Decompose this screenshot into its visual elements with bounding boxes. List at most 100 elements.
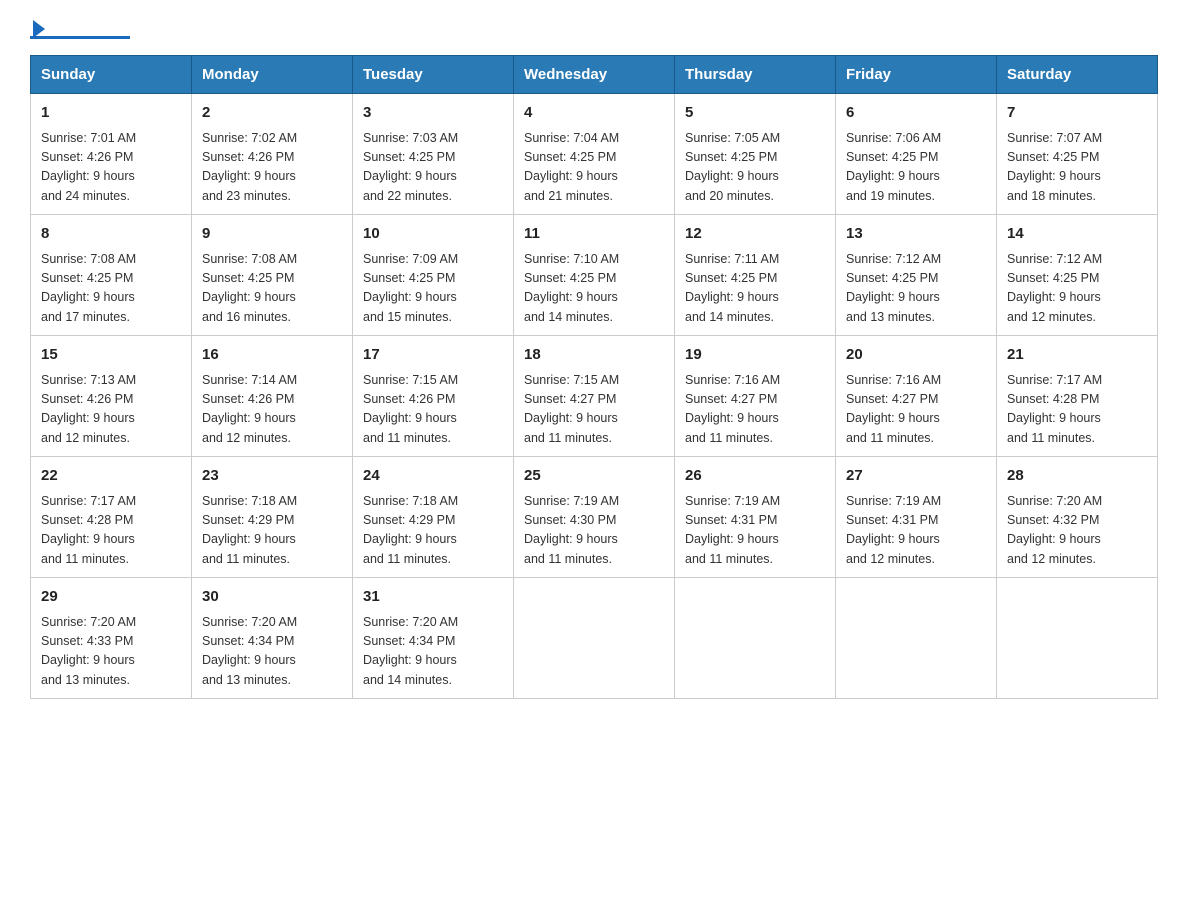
calendar-week-2: 8 Sunrise: 7:08 AMSunset: 4:25 PMDaylight… <box>31 215 1158 336</box>
day-info: Sunrise: 7:20 AMSunset: 4:33 PMDaylight:… <box>41 613 181 691</box>
calendar-header: SundayMondayTuesdayWednesdayThursdayFrid… <box>31 56 1158 94</box>
day-number: 4 <box>524 102 664 125</box>
logo <box>30 20 130 39</box>
day-number: 14 <box>1007 223 1147 246</box>
day-number: 22 <box>41 465 181 488</box>
calendar-cell: 21 Sunrise: 7:17 AMSunset: 4:28 PMDayligh… <box>997 336 1158 457</box>
calendar-week-3: 15 Sunrise: 7:13 AMSunset: 4:26 PMDayligh… <box>31 336 1158 457</box>
day-number: 30 <box>202 586 342 609</box>
calendar-cell <box>997 578 1158 699</box>
weekday-friday: Friday <box>836 56 997 94</box>
day-info: Sunrise: 7:17 AMSunset: 4:28 PMDaylight:… <box>1007 371 1147 449</box>
day-number: 13 <box>846 223 986 246</box>
calendar-cell: 16Sunrise: 7:14 AMSunset: 4:26 PMDayligh… <box>192 336 353 457</box>
calendar-cell: 27 Sunrise: 7:19 AMSunset: 4:31 PMDayligh… <box>836 457 997 578</box>
day-number: 28 <box>1007 465 1147 488</box>
calendar-cell: 12 Sunrise: 7:11 AMSunset: 4:25 PMDayligh… <box>675 215 836 336</box>
day-number: 10 <box>363 223 503 246</box>
day-number: 8 <box>41 223 181 246</box>
day-info: Sunrise: 7:05 AMSunset: 4:25 PMDaylight:… <box>685 129 825 207</box>
day-info: Sunrise: 7:08 AMSunset: 4:25 PMDaylight:… <box>202 250 342 328</box>
day-number: 21 <box>1007 344 1147 367</box>
day-info: Sunrise: 7:09 AMSunset: 4:25 PMDaylight:… <box>363 250 503 328</box>
calendar-body: 1 Sunrise: 7:01 AMSunset: 4:26 PMDaylight… <box>31 94 1158 699</box>
calendar-cell: 28 Sunrise: 7:20 AMSunset: 4:32 PMDayligh… <box>997 457 1158 578</box>
weekday-thursday: Thursday <box>675 56 836 94</box>
calendar-cell: 5 Sunrise: 7:05 AMSunset: 4:25 PMDaylight… <box>675 94 836 215</box>
day-info: Sunrise: 7:01 AMSunset: 4:26 PMDaylight:… <box>41 129 181 207</box>
calendar-cell: 24Sunrise: 7:18 AMSunset: 4:29 PMDayligh… <box>353 457 514 578</box>
calendar-cell: 3 Sunrise: 7:03 AMSunset: 4:25 PMDaylight… <box>353 94 514 215</box>
day-info: Sunrise: 7:03 AMSunset: 4:25 PMDaylight:… <box>363 129 503 207</box>
day-info: Sunrise: 7:20 AMSunset: 4:34 PMDaylight:… <box>363 613 503 691</box>
day-number: 23 <box>202 465 342 488</box>
calendar-cell: 19 Sunrise: 7:16 AMSunset: 4:27 PMDayligh… <box>675 336 836 457</box>
day-info: Sunrise: 7:15 AMSunset: 4:27 PMDaylight:… <box>524 371 664 449</box>
day-info: Sunrise: 7:10 AMSunset: 4:25 PMDaylight:… <box>524 250 664 328</box>
day-number: 18 <box>524 344 664 367</box>
calendar-week-5: 29 Sunrise: 7:20 AMSunset: 4:33 PMDayligh… <box>31 578 1158 699</box>
calendar-cell: 6 Sunrise: 7:06 AMSunset: 4:25 PMDaylight… <box>836 94 997 215</box>
day-info: Sunrise: 7:19 AMSunset: 4:30 PMDaylight:… <box>524 492 664 570</box>
day-number: 29 <box>41 586 181 609</box>
day-number: 12 <box>685 223 825 246</box>
weekday-saturday: Saturday <box>997 56 1158 94</box>
calendar-cell: 13Sunrise: 7:12 AMSunset: 4:25 PMDayligh… <box>836 215 997 336</box>
day-number: 25 <box>524 465 664 488</box>
day-info: Sunrise: 7:19 AMSunset: 4:31 PMDaylight:… <box>846 492 986 570</box>
calendar-cell: 9 Sunrise: 7:08 AMSunset: 4:25 PMDaylight… <box>192 215 353 336</box>
calendar-cell: 25 Sunrise: 7:19 AMSunset: 4:30 PMDayligh… <box>514 457 675 578</box>
calendar-table: SundayMondayTuesdayWednesdayThursdayFrid… <box>30 55 1158 699</box>
day-info: Sunrise: 7:20 AMSunset: 4:32 PMDaylight:… <box>1007 492 1147 570</box>
day-number: 26 <box>685 465 825 488</box>
day-number: 17 <box>363 344 503 367</box>
calendar-cell: 2Sunrise: 7:02 AMSunset: 4:26 PMDaylight… <box>192 94 353 215</box>
calendar-cell <box>514 578 675 699</box>
calendar-week-4: 22 Sunrise: 7:17 AMSunset: 4:28 PMDayligh… <box>31 457 1158 578</box>
weekday-wednesday: Wednesday <box>514 56 675 94</box>
day-number: 5 <box>685 102 825 125</box>
day-number: 2 <box>202 102 342 125</box>
day-info: Sunrise: 7:15 AMSunset: 4:26 PMDaylight:… <box>363 371 503 449</box>
calendar-cell: 30Sunrise: 7:20 AMSunset: 4:34 PMDayligh… <box>192 578 353 699</box>
logo-underline <box>30 36 130 39</box>
day-info: Sunrise: 7:16 AMSunset: 4:27 PMDaylight:… <box>685 371 825 449</box>
day-number: 15 <box>41 344 181 367</box>
day-info: Sunrise: 7:17 AMSunset: 4:28 PMDaylight:… <box>41 492 181 570</box>
calendar-cell: 18 Sunrise: 7:15 AMSunset: 4:27 PMDayligh… <box>514 336 675 457</box>
day-info: Sunrise: 7:12 AMSunset: 4:25 PMDaylight:… <box>1007 250 1147 328</box>
calendar-cell: 22 Sunrise: 7:17 AMSunset: 4:28 PMDayligh… <box>31 457 192 578</box>
calendar-cell: 1 Sunrise: 7:01 AMSunset: 4:26 PMDaylight… <box>31 94 192 215</box>
day-number: 27 <box>846 465 986 488</box>
day-number: 31 <box>363 586 503 609</box>
day-number: 3 <box>363 102 503 125</box>
day-number: 9 <box>202 223 342 246</box>
weekday-header-row: SundayMondayTuesdayWednesdayThursdayFrid… <box>31 56 1158 94</box>
day-number: 6 <box>846 102 986 125</box>
day-number: 24 <box>363 465 503 488</box>
calendar-cell: 31 Sunrise: 7:20 AMSunset: 4:34 PMDayligh… <box>353 578 514 699</box>
day-info: Sunrise: 7:18 AMSunset: 4:29 PMDaylight:… <box>202 492 342 570</box>
calendar-cell: 15 Sunrise: 7:13 AMSunset: 4:26 PMDayligh… <box>31 336 192 457</box>
weekday-sunday: Sunday <box>31 56 192 94</box>
calendar-cell: 10 Sunrise: 7:09 AMSunset: 4:25 PMDayligh… <box>353 215 514 336</box>
calendar-cell <box>836 578 997 699</box>
calendar-cell: 11Sunrise: 7:10 AMSunset: 4:25 PMDayligh… <box>514 215 675 336</box>
calendar-cell: 29 Sunrise: 7:20 AMSunset: 4:33 PMDayligh… <box>31 578 192 699</box>
calendar-cell <box>675 578 836 699</box>
day-info: Sunrise: 7:13 AMSunset: 4:26 PMDaylight:… <box>41 371 181 449</box>
day-info: Sunrise: 7:11 AMSunset: 4:25 PMDaylight:… <box>685 250 825 328</box>
day-number: 16 <box>202 344 342 367</box>
weekday-tuesday: Tuesday <box>353 56 514 94</box>
day-info: Sunrise: 7:06 AMSunset: 4:25 PMDaylight:… <box>846 129 986 207</box>
day-info: Sunrise: 7:04 AMSunset: 4:25 PMDaylight:… <box>524 129 664 207</box>
calendar-cell: 20 Sunrise: 7:16 AMSunset: 4:27 PMDayligh… <box>836 336 997 457</box>
calendar-cell: 4 Sunrise: 7:04 AMSunset: 4:25 PMDaylight… <box>514 94 675 215</box>
day-info: Sunrise: 7:08 AMSunset: 4:25 PMDaylight:… <box>41 250 181 328</box>
calendar-cell: 17 Sunrise: 7:15 AMSunset: 4:26 PMDayligh… <box>353 336 514 457</box>
day-number: 20 <box>846 344 986 367</box>
day-number: 1 <box>41 102 181 125</box>
day-info: Sunrise: 7:16 AMSunset: 4:27 PMDaylight:… <box>846 371 986 449</box>
day-number: 19 <box>685 344 825 367</box>
page-header <box>30 20 1158 39</box>
